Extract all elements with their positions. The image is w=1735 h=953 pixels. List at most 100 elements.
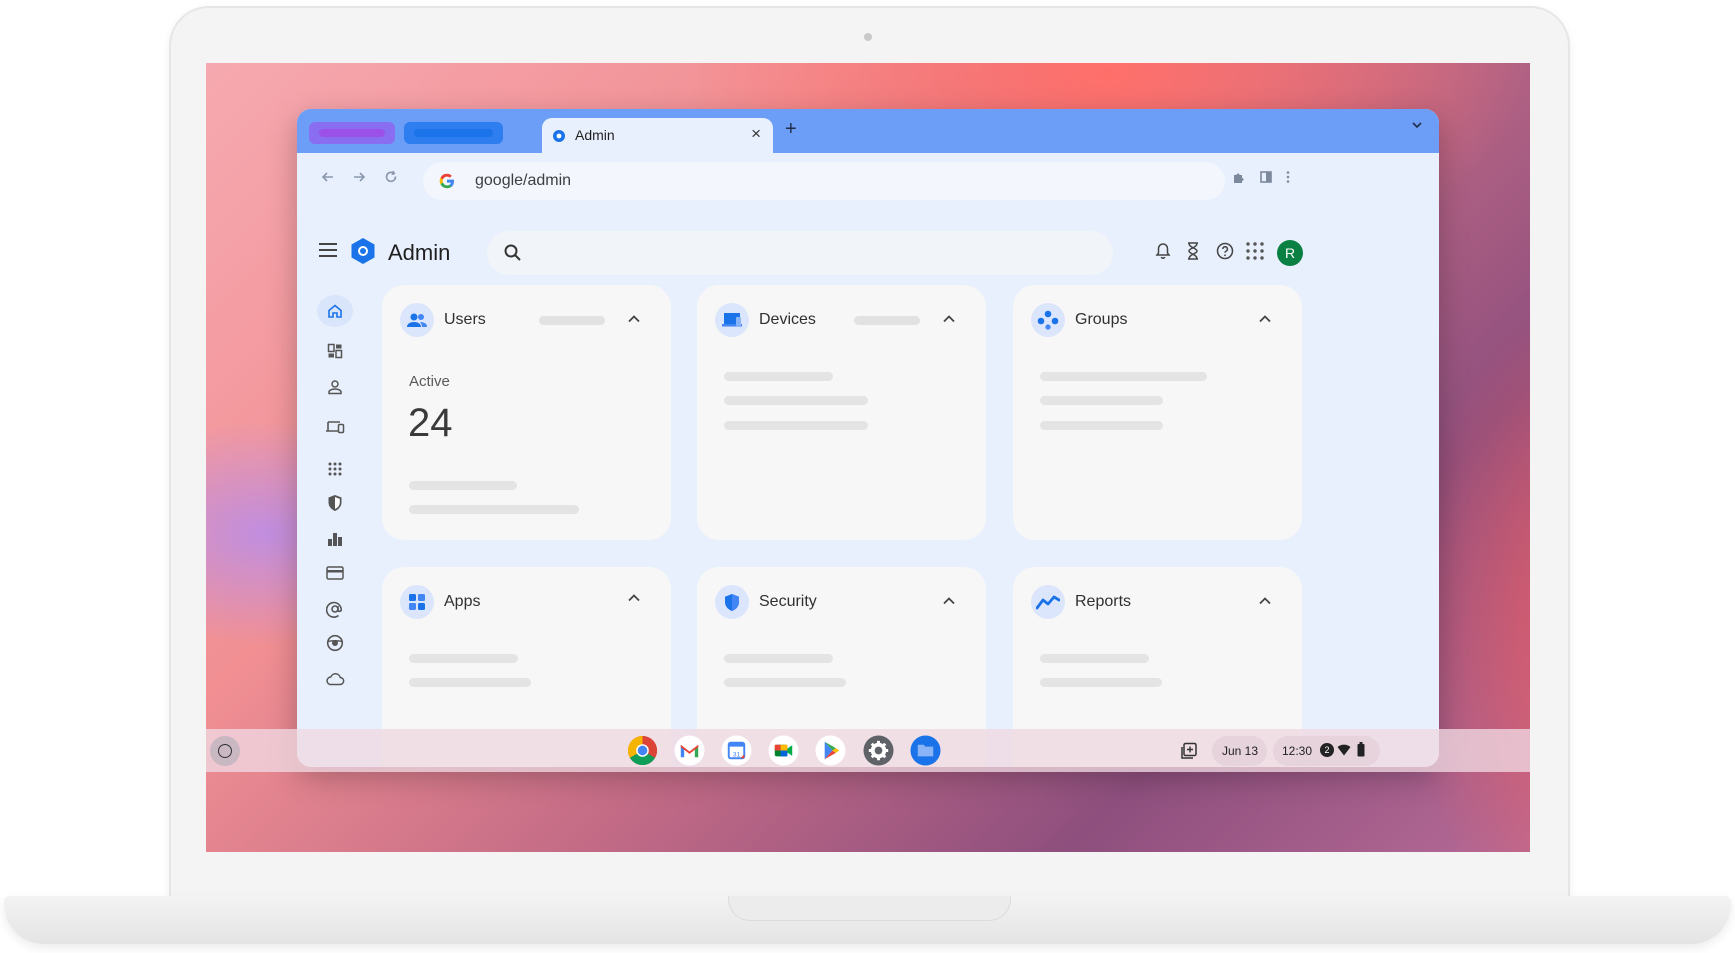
wifi-icon[interactable] — [1337, 744, 1351, 756]
dashboard-icon — [327, 343, 343, 359]
calendar-app-icon[interactable]: 31 — [721, 735, 752, 766]
nav-dashboard[interactable] — [317, 335, 353, 367]
extensions-icon[interactable] — [1231, 170, 1245, 184]
nav-apps[interactable] — [317, 453, 353, 485]
tab-group-blue[interactable] — [404, 122, 503, 144]
chevron-up-icon[interactable] — [1258, 594, 1272, 608]
card-header: Devices — [715, 303, 968, 339]
notification-count-badge[interactable]: 2 — [1320, 743, 1334, 757]
tab-strip: Admin × + — [297, 109, 1439, 153]
more-vert-icon[interactable] — [1285, 170, 1291, 184]
tab-placeholder — [414, 129, 493, 137]
card-header: Reports — [1031, 585, 1284, 621]
placeholder-pill — [854, 316, 920, 325]
chevron-up-icon[interactable] — [627, 591, 641, 605]
nav-support[interactable] — [317, 627, 353, 659]
forward-icon[interactable] — [352, 170, 366, 184]
address-bar[interactable]: google/admin — [423, 162, 1225, 200]
bell-icon[interactable] — [1153, 241, 1173, 261]
browser-toolbar: google/admin — [297, 153, 1439, 210]
placeholder-line — [1040, 678, 1162, 687]
apps-icon — [400, 585, 434, 619]
nav-devices[interactable] — [317, 411, 353, 443]
placeholder-line — [724, 372, 833, 381]
card-title: Apps — [444, 593, 481, 610]
cloud-icon — [326, 673, 345, 686]
users-icon — [400, 303, 434, 337]
settings-app-icon[interactable] — [863, 735, 894, 766]
card-title: Security — [759, 593, 817, 610]
url-text: google/admin — [475, 172, 572, 189]
webcam — [864, 33, 872, 41]
nav-users[interactable] — [317, 371, 353, 403]
battery-icon[interactable] — [1357, 742, 1365, 757]
play-store-app-icon[interactable] — [815, 735, 846, 766]
side-panel-icon[interactable] — [1259, 170, 1273, 184]
browser-window: Admin × + google/admin Admin R Users Act… — [297, 109, 1439, 767]
placeholder-line — [1040, 396, 1163, 405]
shield-icon — [328, 495, 342, 511]
chevron-up-icon[interactable] — [627, 312, 641, 326]
apps-grid-icon[interactable] — [1245, 241, 1265, 261]
search-icon — [504, 244, 521, 261]
chevron-up-icon[interactable] — [1258, 312, 1272, 326]
groups-icon — [1031, 303, 1065, 337]
hourglass-icon[interactable] — [1183, 241, 1203, 261]
calendar-day: 31 — [733, 751, 741, 758]
groups-card[interactable]: Groups — [1013, 285, 1302, 540]
files-app-icon[interactable] — [910, 735, 941, 766]
users-card[interactable]: Users Active 24 — [382, 285, 671, 540]
placeholder-line — [724, 678, 846, 687]
close-tab-icon[interactable]: × — [751, 124, 761, 144]
tab-group-purple[interactable] — [309, 122, 395, 144]
nav-billing[interactable] — [317, 557, 353, 589]
shield-icon — [715, 585, 749, 619]
chevron-up-icon[interactable] — [942, 312, 956, 326]
card-header: Security — [715, 585, 968, 621]
nav-security[interactable] — [317, 487, 353, 519]
placeholder-line — [409, 481, 517, 490]
back-icon[interactable] — [321, 170, 335, 184]
devices-icon — [715, 303, 749, 337]
placeholder-line — [409, 654, 518, 663]
meet-app-icon[interactable] — [768, 735, 799, 766]
menu-icon[interactable] — [319, 243, 337, 261]
app-title: Admin — [388, 240, 451, 265]
placeholder-line — [724, 654, 833, 663]
reload-icon[interactable] — [384, 170, 398, 184]
date-text: Jun 13 — [1222, 744, 1259, 758]
new-tab-button[interactable]: + — [785, 118, 797, 141]
launcher-button[interactable] — [210, 736, 240, 766]
card-title: Groups — [1075, 311, 1128, 328]
card-header: Apps — [400, 585, 653, 621]
active-users-count: 24 — [408, 401, 453, 445]
chrome-app-icon[interactable] — [627, 735, 658, 766]
billing-card-icon — [326, 566, 344, 580]
nav-reports[interactable] — [317, 523, 353, 555]
admin-favicon-icon — [553, 130, 565, 142]
placeholder-line — [1040, 654, 1149, 663]
tab-title: Admin — [575, 127, 615, 143]
apps-icon — [328, 462, 342, 476]
person-icon — [328, 380, 342, 395]
placeholder-line — [724, 396, 868, 405]
trending-line-icon — [1031, 585, 1065, 619]
admin-page: Admin R Users Active 24 Devices Groups A… — [297, 210, 1439, 767]
screen-capture-icon[interactable] — [1180, 742, 1198, 760]
shelf: 31 Jun 13 12:30 2 — [206, 729, 1530, 772]
nav-account[interactable] — [317, 593, 353, 625]
nav-storage[interactable] — [317, 663, 353, 695]
search-input[interactable] — [487, 231, 1113, 275]
help-icon[interactable] — [1215, 241, 1235, 261]
devices-card[interactable]: Devices — [697, 285, 986, 540]
avatar[interactable]: R — [1277, 240, 1303, 266]
tab-admin[interactable]: Admin × — [542, 118, 773, 153]
chevron-up-icon[interactable] — [942, 594, 956, 608]
nav-home[interactable] — [317, 295, 353, 327]
card-title: Reports — [1075, 593, 1132, 610]
admin-logo-icon — [351, 238, 375, 264]
gmail-app-icon[interactable] — [674, 735, 705, 766]
placeholder-line — [1040, 372, 1207, 381]
chevron-down-icon[interactable] — [1411, 119, 1423, 131]
card-header: Users — [400, 303, 653, 339]
